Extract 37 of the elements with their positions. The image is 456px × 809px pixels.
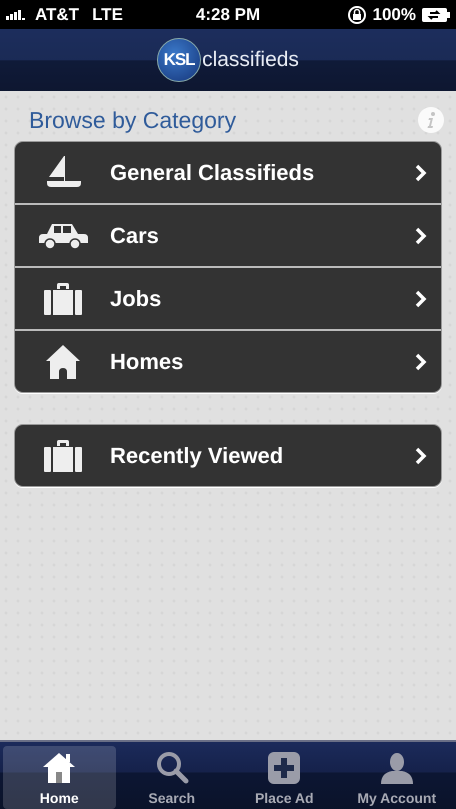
- person-icon: [378, 752, 415, 784]
- logo-badge: KSL: [157, 38, 202, 82]
- category-row[interactable]: Jobs: [15, 266, 441, 329]
- briefcase-icon: [44, 282, 82, 314]
- battery-icon: [422, 8, 450, 22]
- category-row[interactable]: Cars: [15, 203, 441, 266]
- car-icon: [38, 222, 88, 250]
- category-label: Jobs: [110, 286, 162, 312]
- tab-button[interactable]: My Account: [340, 746, 453, 809]
- chevron-icon: [415, 164, 427, 182]
- rotation-lock-icon: [346, 4, 367, 24]
- carrier-name: AT&T: [35, 4, 80, 24]
- category-row[interactable]: General Classifieds: [15, 142, 441, 203]
- category-label: General Classifieds: [110, 160, 316, 186]
- logo-text: classifieds: [202, 48, 299, 72]
- chevron-icon: [415, 446, 427, 464]
- search-icon: [154, 750, 189, 784]
- section-heading: Browse by Category: [29, 106, 236, 134]
- category-label: Recently Viewed: [110, 442, 284, 468]
- briefcase-icon: [44, 440, 82, 472]
- chevron-icon: [415, 226, 427, 244]
- battery-percent: 100%: [372, 4, 416, 24]
- category-label: Cars: [110, 222, 160, 248]
- tab-button[interactable]: Home: [3, 746, 116, 809]
- category-row[interactable]: Recently Viewed: [15, 425, 441, 486]
- category-label: Homes: [110, 348, 184, 374]
- network-type: LTE: [92, 4, 123, 24]
- home-icon: [42, 752, 76, 784]
- plus-icon: [268, 752, 300, 784]
- tab-button[interactable]: Place Ad: [228, 746, 340, 809]
- category-row[interactable]: Homes: [15, 329, 441, 392]
- info-icon[interactable]: [418, 107, 444, 133]
- house-icon: [44, 344, 80, 380]
- chevron-icon: [415, 290, 427, 308]
- tab-button[interactable]: Search: [116, 746, 228, 809]
- chevron-icon: [415, 352, 427, 370]
- status-time: 4:28 PM: [194, 4, 262, 24]
